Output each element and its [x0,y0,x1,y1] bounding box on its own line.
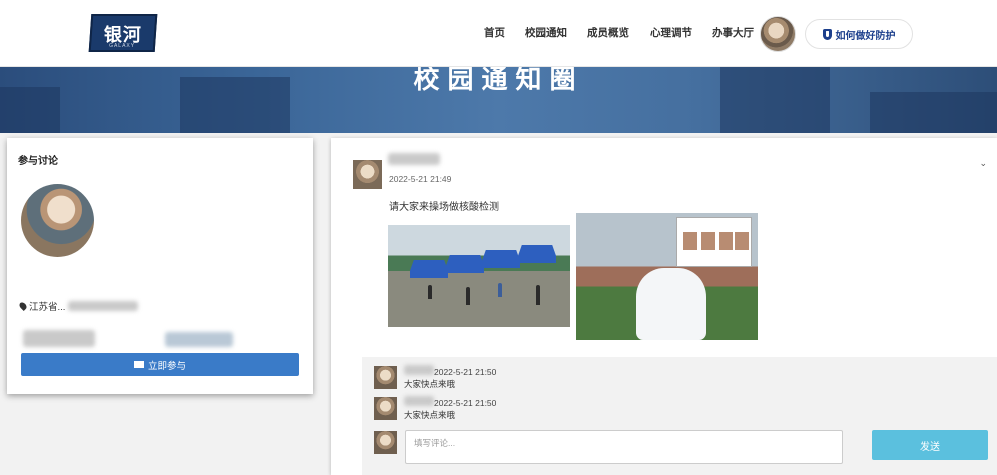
photo-sign-face [683,232,697,250]
photo-tent [482,250,520,268]
photo-sign-face [719,232,733,250]
comment-author [404,365,434,375]
envelope-icon [133,361,144,368]
comment-time: 2022-5-21 21:50 [434,398,497,408]
menu-item-home[interactable]: 首页 [484,25,505,40]
top-navbar: 银河 GALAXY 首页 校园通知 成员概览 心理调节 办事大厅 如何做好防护 [0,0,997,67]
menu-item-notice[interactable]: 校园通知 [525,25,567,40]
join-now-label: 立即参与 [147,360,186,372]
logo-subtext: GALAXY [109,43,136,49]
blurred-stat [165,332,233,347]
post-photo[interactable] [388,225,570,327]
comment-input[interactable]: 填写评论... [405,430,843,464]
shield-icon [822,28,832,40]
join-now-button[interactable]: 立即参与 [21,353,299,376]
location-text: 江苏省... [29,302,66,313]
photo-person [498,283,502,297]
post-card: 2022-5-21 21:49 ⌄ 请大家来操场做核酸检测 2022-5-21 … [331,138,997,475]
photo-sign-face [701,232,715,250]
photo-protective-suit [636,268,706,340]
comments-section: 2022-5-21 21:50 大家快点来哦 2022-5-21 21:50 大… [362,357,997,475]
blurred-stat [23,330,95,347]
location-pin-icon [18,301,28,311]
post-content: 请大家来操场做核酸检测 [389,202,499,213]
photo-person [466,287,470,305]
banner-title: 校园通知圈 [413,67,584,94]
participate-card: 参与讨论 江苏省... 立即参与 [7,138,313,394]
comment-time: 2022-5-21 21:50 [434,367,497,377]
photo-tent [518,245,556,263]
menu-item-members[interactable]: 成员概览 [587,25,629,40]
protection-guide-button[interactable]: 如何做好防护 [805,19,913,49]
post-author-name [388,153,440,165]
blurred-address [68,301,139,311]
photo-tent [446,255,484,273]
menu-item-psychology[interactable]: 心理调节 [650,25,692,40]
post-author-avatar[interactable] [353,160,382,189]
chevron-down-icon[interactable]: ⌄ [979,158,987,169]
logo[interactable]: 银河 GALAXY [88,14,158,52]
photo-sign-face [735,232,749,250]
comment-text: 大家快点来哦 [404,379,456,389]
photo-person [428,285,432,299]
photo-person [536,285,540,305]
current-user-avatar [374,431,397,454]
comment-text: 大家快点来哦 [404,410,456,420]
banner-building [870,92,997,133]
menu-item-service-hall[interactable]: 办事大厅 [712,25,754,40]
photo-tent [410,260,448,278]
participate-title: 参与讨论 [18,156,58,167]
location: 江苏省... [18,299,139,313]
post-time: 2022-5-21 21:49 [389,174,452,184]
user-avatar[interactable] [760,16,796,52]
send-button[interactable]: 发送 [872,430,988,460]
post-photo[interactable] [576,213,758,340]
comment-avatar[interactable] [374,397,397,420]
page-banner: 校园通知圈 [0,67,997,133]
comment-avatar[interactable] [374,366,397,389]
main-menu: 首页 校园通知 成员概览 心理调节 办事大厅 [484,25,774,40]
photo-sign [676,217,752,267]
protection-guide-label: 如何做好防护 [835,30,896,42]
participant-avatar [21,184,94,257]
comment-author [404,396,434,406]
